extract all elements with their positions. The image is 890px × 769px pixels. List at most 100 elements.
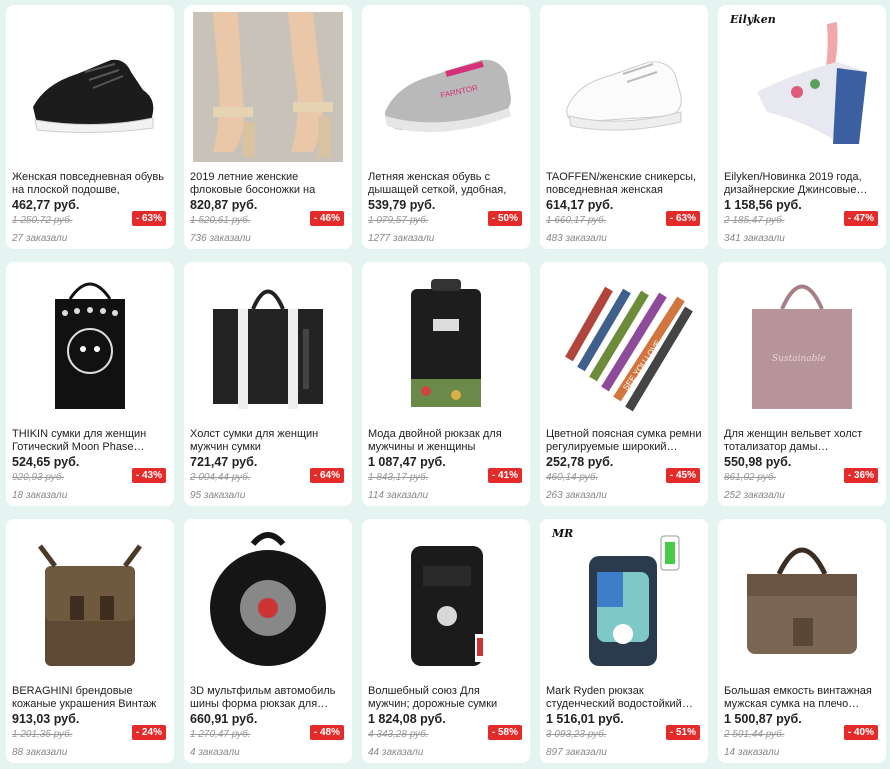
discount-badge: - 47% xyxy=(843,211,878,226)
product-image[interactable] xyxy=(370,525,522,677)
old-price: 1 270,47 руб. xyxy=(190,729,251,740)
product-image[interactable] xyxy=(548,525,700,677)
old-price: 460,14 руб. xyxy=(546,472,599,483)
product-card[interactable]: Мода двойной рюкзак для мужчины и женщин… xyxy=(362,262,530,506)
product-title[interactable]: TAOFFEN/женские сникерсы, повседневная ж… xyxy=(546,171,702,197)
product-title[interactable]: Холст сумки для женщин мужчин сумки мног… xyxy=(190,428,346,454)
product-card[interactable]: FARNTOR Летняя женская обувь с дышащей се… xyxy=(362,5,530,249)
product-price: 1 087,47 руб. xyxy=(368,455,446,469)
product-image[interactable] xyxy=(192,268,344,420)
svg-text:Sustainable: Sustainable xyxy=(772,354,826,364)
old-price: 1 250,72 руб. xyxy=(12,215,73,226)
discount-badge: - 24% xyxy=(131,725,166,740)
product-card[interactable]: MR Mark Ryden рюкзак студенческий водосто… xyxy=(540,519,708,763)
product-price: 539,79 руб. xyxy=(368,198,436,212)
product-image[interactable] xyxy=(14,268,166,420)
product-title[interactable]: Мода двойной рюкзак для мужчины и женщин… xyxy=(368,428,524,454)
product-card[interactable]: Волшебный союз Для мужчин; дорожные сумк… xyxy=(362,519,530,763)
old-price: 3 093,23 руб. xyxy=(546,729,607,740)
order-count: 1277 заказали xyxy=(368,233,435,244)
product-image[interactable] xyxy=(192,525,344,677)
product-price: 1 500,87 руб. xyxy=(724,712,802,726)
old-price: 1 520,61 руб. xyxy=(190,215,251,226)
old-price: 1 079,57 руб. xyxy=(368,215,429,226)
product-card[interactable]: THIKIN сумки для женщин Готический Moon … xyxy=(6,262,174,506)
product-card[interactable]: Женская повседневная обувь на плоской по… xyxy=(6,5,174,249)
discount-badge: - 41% xyxy=(487,468,522,483)
product-image[interactable] xyxy=(548,11,700,163)
product-title[interactable]: THIKIN сумки для женщин Готический Moon … xyxy=(12,428,168,454)
product-image[interactable]: FARNTOR xyxy=(370,11,522,163)
order-count: 44 заказали xyxy=(368,747,424,758)
old-price: 861,02 руб. xyxy=(724,472,777,483)
product-card[interactable]: 3D мультфильм автомобиль шины форма рюкз… xyxy=(184,519,352,763)
product-title[interactable]: Волшебный союз Для мужчин; дорожные сумк… xyxy=(368,685,524,711)
product-title[interactable]: 2019 летние женские флоковые босоножки н… xyxy=(190,171,346,197)
product-card[interactable]: Большая емкость винтажная мужская сумка … xyxy=(718,519,886,763)
product-title[interactable]: Eilyken/Новинка 2019 года, дизайнерские … xyxy=(724,171,880,197)
old-price: 1 660,17 руб. xyxy=(546,215,607,226)
product-card[interactable]: 2019 летние женские флоковые босоножки н… xyxy=(184,5,352,249)
order-count: 736 заказали xyxy=(190,233,251,244)
discount-badge: - 64% xyxy=(309,468,344,483)
product-title[interactable]: Цветной поясная сумка ремни регулируемые… xyxy=(546,428,702,454)
product-card[interactable]: Eilyken Eilyken/Новинка 2019 года, дизайн… xyxy=(718,5,886,249)
order-count: 263 заказали xyxy=(546,490,607,501)
product-card[interactable]: TAOFFEN/женские сникерсы, повседневная ж… xyxy=(540,5,708,249)
product-image[interactable] xyxy=(192,11,344,163)
product-price: 614,17 руб. xyxy=(546,198,614,212)
product-price: 721,47 руб. xyxy=(190,455,258,469)
discount-badge: - 63% xyxy=(665,211,700,226)
order-count: 252 заказали xyxy=(724,490,785,501)
product-price: 252,78 руб. xyxy=(546,455,614,469)
brand-logo: MR xyxy=(552,527,574,540)
product-card[interactable]: SEE YOU LOVE Цветной поясная сумка ремни … xyxy=(540,262,708,506)
old-price: 2 004,44 руб. xyxy=(190,472,251,483)
product-title[interactable]: Летняя женская обувь с дышащей сеткой, у… xyxy=(368,171,524,197)
product-grid: Женская повседневная обувь на плоской по… xyxy=(0,0,890,769)
discount-badge: - 63% xyxy=(131,211,166,226)
product-price: 1 824,08 руб. xyxy=(368,712,446,726)
product-image[interactable] xyxy=(726,525,878,677)
discount-badge: - 51% xyxy=(665,725,700,740)
old-price: 1 843,17 руб. xyxy=(368,472,429,483)
product-image[interactable]: Sustainable xyxy=(726,268,878,420)
order-count: 95 заказали xyxy=(190,490,246,501)
product-title[interactable]: Женская повседневная обувь на плоской по… xyxy=(12,171,168,197)
product-title[interactable]: Для женщин вельвет холст тотализатор дам… xyxy=(724,428,880,454)
brand-logo: Eilyken xyxy=(730,13,776,26)
discount-badge: - 48% xyxy=(309,725,344,740)
product-title[interactable]: BERAGHINI брендовые кожаные украшения Ви… xyxy=(12,685,168,711)
discount-badge: - 46% xyxy=(309,211,344,226)
order-count: 483 заказали xyxy=(546,233,607,244)
product-image[interactable]: SEE YOU LOVE xyxy=(548,268,700,420)
discount-badge: - 45% xyxy=(665,468,700,483)
discount-badge: - 58% xyxy=(487,725,522,740)
product-image[interactable] xyxy=(14,11,166,163)
product-title[interactable]: 3D мультфильм автомобиль шины форма рюкз… xyxy=(190,685,346,711)
product-image[interactable] xyxy=(370,268,522,420)
product-price: 820,87 руб. xyxy=(190,198,258,212)
product-card[interactable]: Холст сумки для женщин мужчин сумки мног… xyxy=(184,262,352,506)
product-card[interactable]: BERAGHINI брендовые кожаные украшения Ви… xyxy=(6,519,174,763)
product-card[interactable]: Sustainable Для женщин вельвет холст тота… xyxy=(718,262,886,506)
product-price: 1 158,56 руб. xyxy=(724,198,802,212)
product-image[interactable] xyxy=(726,11,878,163)
order-count: 27 заказали xyxy=(12,233,68,244)
old-price: 920,93 руб. xyxy=(12,472,65,483)
order-count: 18 заказали xyxy=(12,490,68,501)
product-title[interactable]: Большая емкость винтажная мужская сумка … xyxy=(724,685,880,711)
old-price: 2 501,44 руб. xyxy=(724,729,785,740)
order-count: 341 заказали xyxy=(724,233,785,244)
product-price: 913,03 руб. xyxy=(12,712,80,726)
order-count: 897 заказали xyxy=(546,747,607,758)
product-title[interactable]: Mark Ryden рюкзак студенческий водостойк… xyxy=(546,685,702,711)
product-image[interactable] xyxy=(14,525,166,677)
product-price: 524,65 руб. xyxy=(12,455,80,469)
product-price: 462,77 руб. xyxy=(12,198,80,212)
discount-badge: - 36% xyxy=(843,468,878,483)
order-count: 14 заказали xyxy=(724,747,780,758)
old-price: 4 343,28 руб. xyxy=(368,729,429,740)
discount-badge: - 40% xyxy=(843,725,878,740)
product-price: 1 516,01 руб. xyxy=(546,712,624,726)
